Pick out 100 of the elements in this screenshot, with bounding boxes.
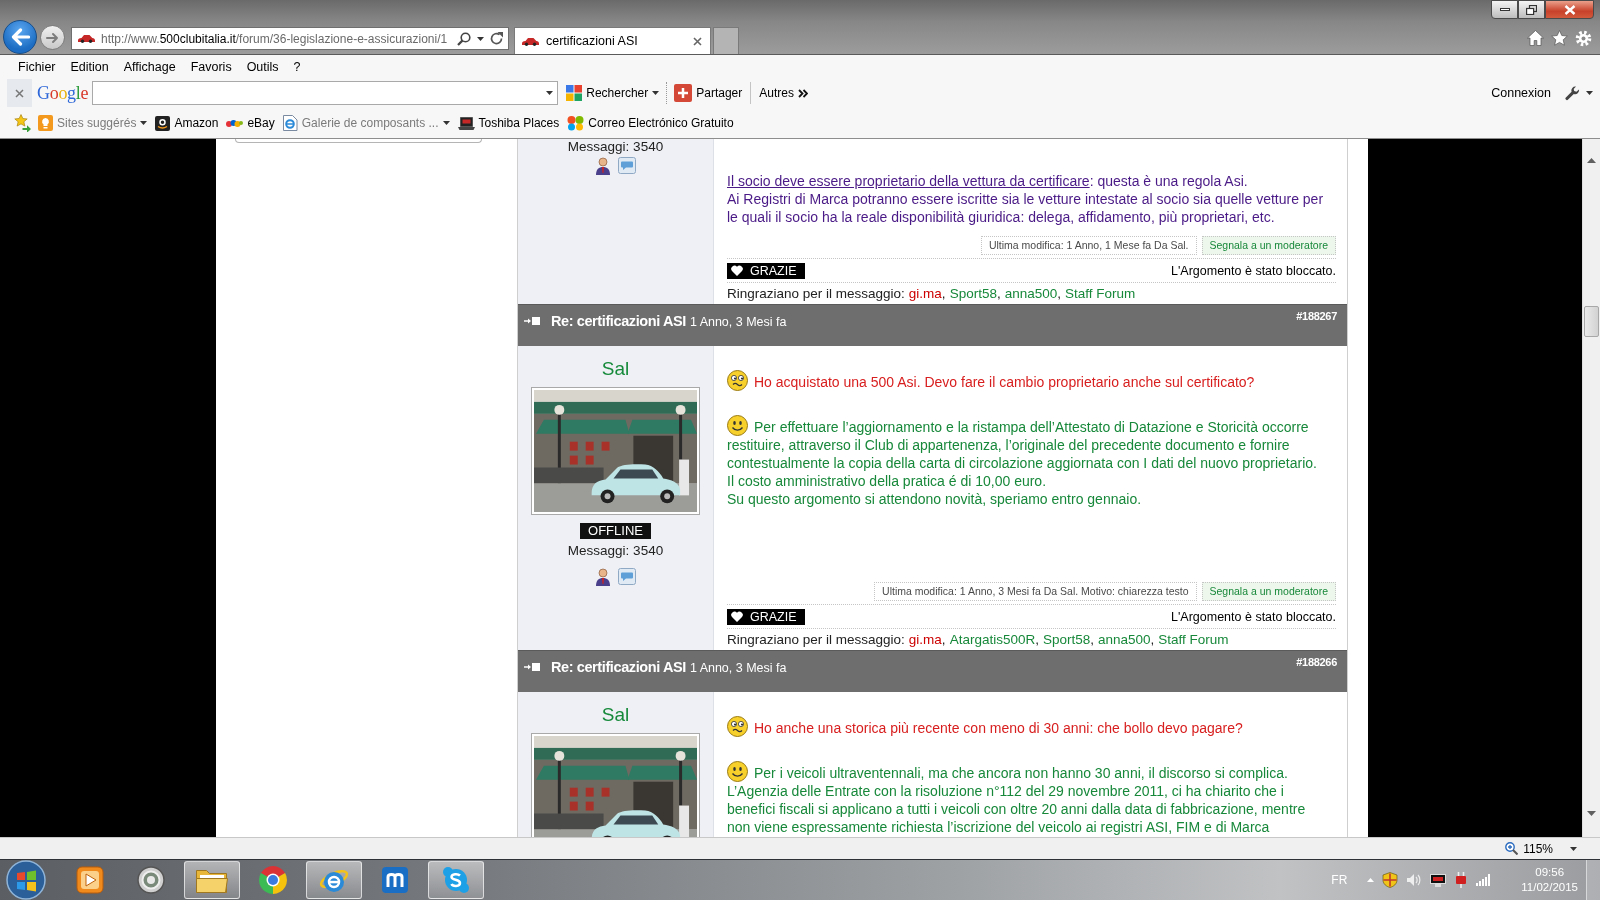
- star-arrow-icon[interactable]: [14, 114, 31, 132]
- scrollbar-thumb[interactable]: [1584, 306, 1599, 337]
- post-link[interactable]: Il socio deve essere proprietario della vettura da certificare: [727, 173, 1090, 189]
- post-number[interactable]: #188266: [1296, 656, 1337, 668]
- heart-icon: [731, 611, 743, 622]
- favorite-link[interactable]: Amazon: [154, 112, 220, 134]
- search-field[interactable]: [92, 81, 559, 105]
- taskbar-button[interactable]: [184, 861, 240, 899]
- message-count: Messaggi: 3540: [567, 139, 664, 155]
- back-button[interactable]: [3, 20, 37, 54]
- caret-icon: [652, 91, 660, 95]
- laptop-icon: [457, 116, 475, 130]
- user-link[interactable]: Staff Forum: [1158, 632, 1229, 647]
- restore-button[interactable]: [1518, 0, 1545, 19]
- refresh-icon[interactable]: [490, 32, 503, 45]
- menu-item[interactable]: Fichier: [18, 59, 56, 74]
- arrow-right-icon: [45, 31, 60, 44]
- speech-bubble-icon[interactable]: [618, 157, 636, 174]
- author-name[interactable]: Sal: [601, 704, 630, 726]
- minimize-button[interactable]: [1491, 0, 1518, 19]
- zoom-control[interactable]: 115%: [1505, 841, 1577, 856]
- search-icon[interactable]: [457, 31, 471, 46]
- caret-icon[interactable]: [1586, 91, 1593, 95]
- monitor-icon[interactable]: [1430, 873, 1447, 887]
- post-text: Ho anche una storica più recente con meno di 30 anni: che bollo devo pagare?: [727, 716, 1331, 737]
- s-curve-icon: [442, 866, 470, 894]
- edit-note: Ultima modifica: 1 Anno, 1 Mese fa Da Sal.: [980, 236, 1197, 255]
- report-link[interactable]: Segnala a un moderatore: [1201, 236, 1336, 255]
- squares-icon: [566, 85, 583, 101]
- close-icon: [15, 88, 24, 98]
- user-link[interactable]: Staff Forum: [1065, 286, 1136, 301]
- arrow-left-icon: [10, 28, 30, 46]
- dots-icon: [226, 118, 244, 128]
- user-icon[interactable]: [595, 157, 611, 175]
- taskbar-button[interactable]: [428, 861, 484, 899]
- play-icon: [76, 866, 104, 894]
- user-link[interactable]: Sport58: [949, 286, 997, 301]
- signal-bars-icon[interactable]: [1476, 874, 1492, 886]
- browser-tab[interactable]: certificazioni ASI: [514, 27, 711, 54]
- status-badge: OFFLINE: [580, 523, 651, 539]
- shield-icon[interactable]: [1382, 872, 1399, 888]
- post-number[interactable]: #188267: [1296, 310, 1337, 322]
- menu-item[interactable]: Outils: [246, 59, 279, 74]
- share-button[interactable]: Partager: [670, 81, 747, 105]
- taskbar-button[interactable]: [306, 861, 362, 899]
- post-marker-icon: [524, 662, 541, 672]
- thanks-text: Ringraziano per il messaggio: gi.ma, Sport58, anna500, Staff Forum: [727, 285, 1137, 303]
- post-text: Per i veicoli ultraventennali, ma che ancora non hanno 30 anni, il discorso si complica. L’Agenzia delle Entrate con la risoluzione n°112 del 29 novembre 2011, ci ha chiarito che i benefici fiscali si applicano a tutti i veicoli con oltre 20 anni dalla data di fabbricazione, mentre non viene espressamente richiesta l’iscrizione del veicolo ai registri ASI, FIM e di Marca: [727, 761, 1331, 836]
- arch-square-icon: [381, 866, 409, 894]
- confused-smiley-icon: [727, 370, 748, 391]
- post-title[interactable]: Re: certificazioni ASI: [551, 658, 686, 676]
- post-time: 1 Anno, 3 Mesi fa: [689, 660, 787, 677]
- post-text: Il socio deve essere proprietario della vettura da certificare: questa è una regola Asi. Ai Registri di Marca potranno essere iscritte sia le vetture intestate al socio sia quelle vetture per le quali il socio ha la reale disponibilità giuridica: delega, affidamento, più proprietari, etc.: [727, 172, 1325, 226]
- caret-icon[interactable]: [546, 91, 554, 95]
- caret-icon: [1570, 846, 1577, 851]
- user-link[interactable]: gi.ma: [908, 286, 942, 301]
- speech-bubble-icon[interactable]: [618, 568, 636, 585]
- search-button[interactable]: Rechercher: [562, 81, 664, 105]
- double-chevron-icon: [797, 88, 808, 98]
- car-icon: [78, 34, 95, 43]
- address-bar[interactable]: http://www.500clubitalia.it/forum/36-legislazione-e-assicurazioni/1: [71, 27, 509, 50]
- caret-icon[interactable]: [477, 36, 484, 41]
- star-icon[interactable]: [1551, 30, 1568, 46]
- user-link[interactable]: anna500: [1098, 632, 1151, 647]
- user-link[interactable]: gi.ma: [908, 632, 942, 647]
- user-icon[interactable]: [595, 568, 611, 586]
- wheel-icon: [259, 866, 287, 894]
- close-button[interactable]: [1545, 0, 1594, 19]
- favorite-link[interactable]: eBay: [225, 112, 276, 134]
- thanks-button[interactable]: GRAZIE: [727, 262, 805, 279]
- wrench-icon[interactable]: [1565, 85, 1580, 101]
- start-button[interactable]: [6, 860, 46, 900]
- author-name[interactable]: Sal: [601, 358, 630, 380]
- menu-item[interactable]: Edition: [70, 59, 109, 74]
- menu-item[interactable]: Favoris: [190, 59, 232, 74]
- smiley-icon: [727, 415, 748, 436]
- car-icon: [522, 36, 539, 46]
- settings-icon[interactable]: [1575, 30, 1592, 47]
- plug-icon[interactable]: [1454, 872, 1469, 888]
- menu-item[interactable]: ?: [293, 59, 301, 74]
- more-button[interactable]: Autres: [755, 81, 812, 105]
- close-icon[interactable]: [693, 36, 702, 46]
- folder-icon: [196, 867, 228, 893]
- thanks-button[interactable]: GRAZIE: [727, 608, 805, 625]
- favorite-link[interactable]: Toshiba Places: [456, 112, 561, 134]
- scrollbar[interactable]: [1582, 139, 1600, 837]
- forward-button[interactable]: [40, 25, 65, 50]
- report-link[interactable]: Segnala a un moderatore: [1201, 582, 1336, 601]
- scroll-up-icon[interactable]: [1587, 158, 1596, 163]
- butterfly-icon: [567, 115, 585, 131]
- home-icon[interactable]: [1527, 30, 1544, 46]
- scroll-down-icon[interactable]: [1587, 811, 1596, 816]
- toolbar-logo: Google: [37, 82, 89, 104]
- locked-note: L'Argomento è stato bloccato.: [1171, 263, 1336, 278]
- menu-item[interactable]: Affichage: [123, 59, 176, 74]
- caret-icon: [442, 121, 450, 125]
- post-title[interactable]: Re: certificazioni ASI: [551, 312, 686, 330]
- favorite-link[interactable]: Correo Electrónico Gratuito: [566, 112, 735, 134]
- post-time: 1 Anno, 3 Mesi fa: [689, 314, 787, 331]
- sign-in-link[interactable]: Connexion: [1491, 86, 1551, 100]
